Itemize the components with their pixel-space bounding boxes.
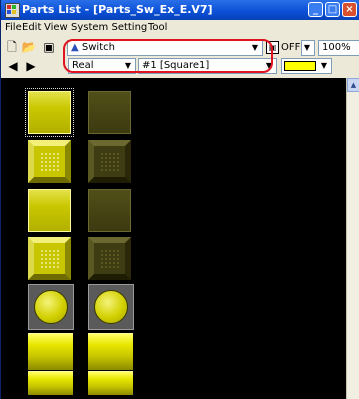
menu-file[interactable]: File (5, 22, 22, 33)
menu-view[interactable]: View (44, 22, 68, 33)
chevron-down-icon: ▼ (320, 61, 328, 70)
save-icon[interactable]: ▣ (41, 39, 57, 55)
menu-system-setting[interactable]: System Setting (71, 22, 147, 33)
toolbar: 🗋 📂 ▣ ▲ Switch ▼ ▣ OFF ▼ 100% ◀ ▶ Real ▼… (1, 37, 359, 77)
part-square-beveled-off[interactable] (88, 237, 131, 280)
part-square-flat-off[interactable] (88, 91, 131, 134)
minimize-icon[interactable]: _ (308, 2, 323, 17)
state-label: OFF (281, 42, 301, 53)
category-select[interactable]: Real ▼ (68, 58, 136, 74)
chevron-down-icon: ▼ (303, 43, 311, 52)
part-name-value: #1 [Square1] (142, 60, 210, 71)
close-icon[interactable]: × (342, 2, 357, 17)
open-folder-icon[interactable]: 📂 (21, 39, 37, 55)
color-swatch (284, 61, 316, 71)
chevron-down-icon: ▼ (251, 43, 259, 52)
state-toggle-icon[interactable]: ▣ (266, 41, 279, 54)
part-type-select[interactable]: ▲ Switch ▼ (67, 40, 263, 56)
part-name-select[interactable]: #1 [Square1] ▼ (138, 58, 277, 74)
category-value: Real (72, 60, 94, 71)
switch-icon: ▲ (71, 42, 79, 53)
menu-bar: File Edit View System Setting Tool (1, 20, 359, 37)
part-cylinder-off[interactable] (88, 333, 133, 370)
new-file-icon[interactable]: 🗋 (4, 39, 20, 55)
part-square-flat-off[interactable] (88, 189, 131, 232)
part-cylinder-on[interactable] (28, 333, 73, 370)
part-type-value: Switch (81, 42, 115, 53)
menu-edit[interactable]: Edit (22, 22, 41, 33)
part-square-flat-on[interactable] (25, 88, 74, 137)
chevron-down-icon: ▼ (265, 61, 273, 70)
zoom-select[interactable]: 100% (318, 40, 359, 56)
color-select[interactable]: ▼ (281, 58, 332, 74)
part-round-off[interactable] (88, 284, 134, 330)
part-square-beveled-on[interactable] (28, 237, 71, 280)
part-square-beveled-off[interactable] (88, 140, 131, 183)
parts-list-window: Parts List - [Parts_Sw_Ex_E.V7] _ □ × Fi… (0, 0, 359, 399)
title-bar[interactable]: Parts List - [Parts_Sw_Ex_E.V7] _ □ × (1, 0, 359, 20)
arrow-right-icon[interactable]: ▶ (23, 58, 39, 74)
parts-canvas (1, 78, 346, 399)
window-title: Parts List - [Parts_Sw_Ex_E.V7] (22, 3, 213, 16)
part-round-on[interactable] (28, 284, 74, 330)
maximize-icon[interactable]: □ (325, 2, 340, 17)
scroll-up-icon[interactable]: ▲ (347, 78, 359, 92)
part-square-flat-on[interactable] (28, 189, 71, 232)
menu-tool[interactable]: Tool (148, 22, 167, 33)
app-icon (5, 3, 20, 18)
part-cylinder-off[interactable] (88, 371, 133, 395)
vertical-scrollbar[interactable]: ▲ (346, 78, 359, 399)
zoom-value: 100% (322, 42, 351, 53)
state-select[interactable]: ▼ (301, 40, 315, 56)
arrow-left-icon[interactable]: ◀ (5, 58, 21, 74)
chevron-down-icon: ▼ (124, 61, 132, 70)
part-square-beveled-on[interactable] (28, 140, 71, 183)
part-cylinder-on[interactable] (28, 371, 73, 395)
